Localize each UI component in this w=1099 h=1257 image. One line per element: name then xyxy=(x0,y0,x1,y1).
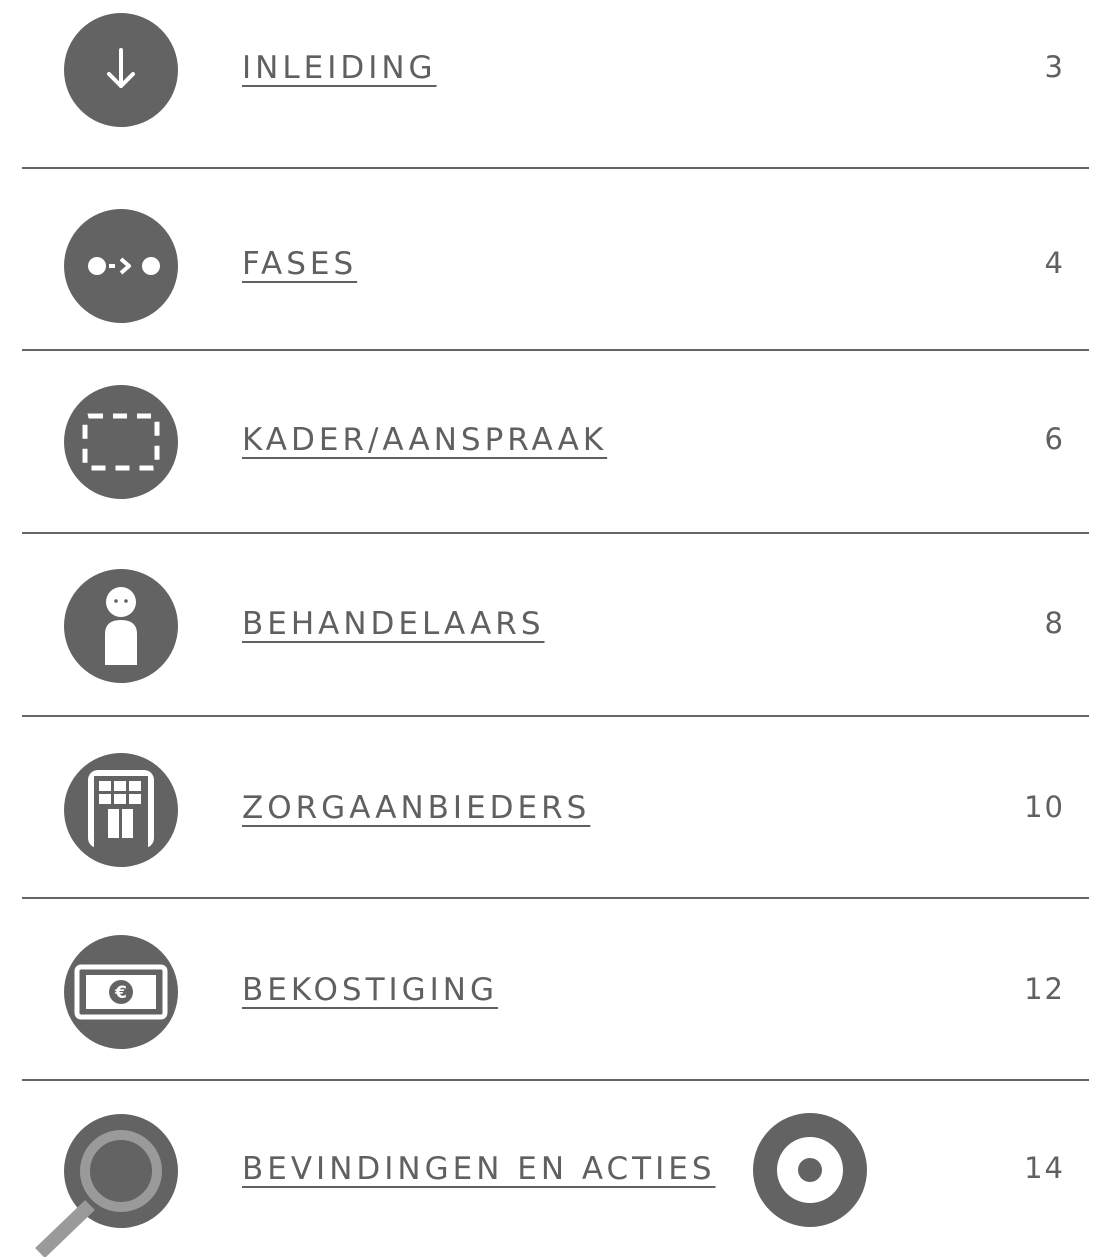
magnifier-icon xyxy=(30,1113,190,1257)
person-icon xyxy=(63,568,179,684)
svg-text:€: € xyxy=(114,983,127,1003)
toc-link-fases[interactable]: FASES xyxy=(242,246,357,282)
divider xyxy=(22,1079,1089,1081)
toc-page-number: 4 xyxy=(1044,246,1065,280)
toc-page-number: 3 xyxy=(1044,50,1065,84)
toc-item-inleiding[interactable]: INLEIDING 3 xyxy=(0,12,1099,132)
toc-link-bevindingen-en-acties[interactable]: BEVINDINGEN EN ACTIES xyxy=(242,1151,716,1187)
arrow-down-icon xyxy=(63,12,179,128)
divider xyxy=(22,349,1089,351)
divider xyxy=(22,167,1089,169)
phases-flow-icon xyxy=(63,208,179,324)
toc-page-number: 14 xyxy=(1024,1151,1065,1185)
toc-link-inleiding[interactable]: INLEIDING xyxy=(242,50,437,86)
toc-page-number: 8 xyxy=(1044,606,1065,640)
dashed-frame-icon xyxy=(63,384,179,500)
toc-page-number: 6 xyxy=(1044,422,1065,456)
toc-item-bevindingen-en-acties[interactable]: BEVINDINGEN EN ACTIES 14 xyxy=(0,1113,1099,1257)
toc-item-zorgaanbieders[interactable]: ZORGAANBIEDERS 10 xyxy=(0,752,1099,872)
divider xyxy=(22,532,1089,534)
toc-link-kader-aanspraak[interactable]: KADER/AANSPRAAK xyxy=(242,422,607,458)
toc-page-number: 10 xyxy=(1024,790,1065,824)
toc-link-zorgaanbieders[interactable]: ZORGAANBIEDERS xyxy=(242,790,590,826)
building-icon xyxy=(63,752,179,868)
toc-link-bekostiging[interactable]: BEKOSTIGING xyxy=(242,972,498,1008)
toc-item-kader-aanspraak[interactable]: KADER/AANSPRAAK 6 xyxy=(0,384,1099,504)
divider xyxy=(22,897,1089,899)
euro-banknote-icon: € xyxy=(63,934,179,1050)
toc-item-bekostiging[interactable]: € BEKOSTIGING 12 xyxy=(0,934,1099,1054)
toc-item-fases[interactable]: FASES 4 xyxy=(0,208,1099,328)
divider xyxy=(22,715,1089,717)
toc-link-behandelaars[interactable]: BEHANDELAARS xyxy=(242,606,545,642)
toc-item-behandelaars[interactable]: BEHANDELAARS 8 xyxy=(0,568,1099,688)
toc-page-number: 12 xyxy=(1024,972,1065,1006)
target-icon xyxy=(752,1113,868,1229)
